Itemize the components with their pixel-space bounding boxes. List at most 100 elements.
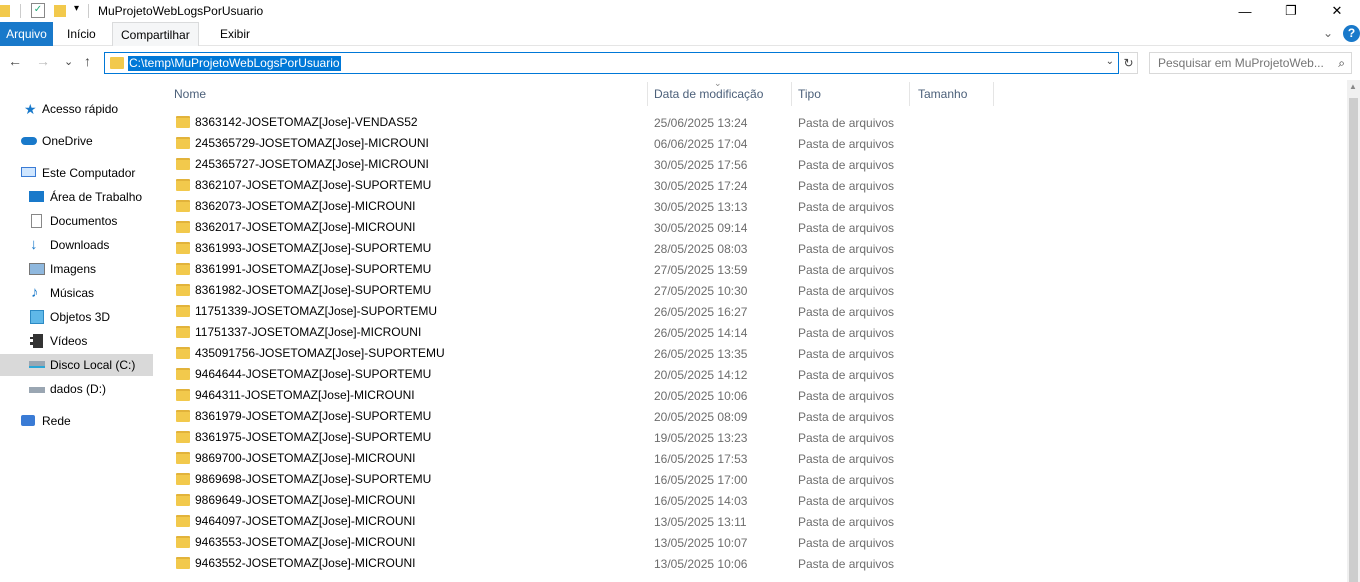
sidebar-item-label: Rede — [42, 414, 71, 428]
table-row[interactable]: 11751339-JOSETOMAZ[Jose]-SUPORTEMU 26/05/… — [165, 301, 1345, 322]
back-icon[interactable]: ← — [8, 53, 22, 69]
table-row[interactable]: 9464311-JOSETOMAZ[Jose]-MICROUNI 20/05/20… — [165, 385, 1345, 406]
column-header-tamanho[interactable]: Tamanho — [909, 80, 993, 108]
file-name: 8361982-JOSETOMAZ[Jose]-SUPORTEMU — [195, 283, 432, 297]
address-dropdown-icon[interactable]: ⌄ — [1106, 56, 1114, 67]
desktop-icon — [29, 191, 44, 202]
column-header-data[interactable]: Data de modificação — [645, 80, 791, 108]
refresh-button[interactable]: ↻ — [1120, 52, 1138, 74]
quick-access-dropdown-icon[interactable]: ▾ — [74, 3, 79, 14]
file-date: 26/05/2025 13:35 — [654, 347, 748, 361]
table-row[interactable]: 9463553-JOSETOMAZ[Jose]-MICROUNI 13/05/20… — [165, 532, 1345, 553]
tab-arquivo[interactable]: Arquivo — [0, 22, 53, 46]
folder-icon — [176, 410, 190, 422]
column-header-nome[interactable]: Nome — [165, 80, 647, 108]
close-button[interactable]: ✕ — [1314, 0, 1360, 22]
sidebar-item-dados-d[interactable]: dados (D:) — [0, 378, 153, 400]
sidebar-item-este-computador[interactable]: Este Computador — [0, 162, 153, 184]
file-type: Pasta de arquivos — [798, 494, 895, 508]
scrollbar-thumb[interactable] — [1349, 98, 1358, 582]
maximize-button[interactable]: ❐ — [1268, 0, 1314, 22]
file-name: 11751337-JOSETOMAZ[Jose]-MICROUNI — [195, 325, 422, 339]
tab-compartilhar[interactable]: Compartilhar — [112, 22, 199, 46]
sidebar-item-area-de-trabalho[interactable]: Área de Trabalho — [0, 186, 153, 208]
file-date: 26/05/2025 16:27 — [654, 305, 748, 319]
column-header-tipo[interactable]: Tipo — [789, 80, 909, 108]
file-date: 20/05/2025 08:09 — [654, 410, 748, 424]
sidebar-item-musicas[interactable]: ♪ Músicas — [0, 282, 153, 304]
table-row[interactable]: 8361993-JOSETOMAZ[Jose]-SUPORTEMU 28/05/2… — [165, 238, 1345, 259]
sidebar-item-objetos-3d[interactable]: Objetos 3D — [0, 306, 153, 328]
file-list: 8363142-JOSETOMAZ[Jose]-VENDAS52 25/06/20… — [165, 112, 1345, 582]
file-date: 16/05/2025 17:53 — [654, 452, 748, 466]
table-row[interactable]: 9869698-JOSETOMAZ[Jose]-SUPORTEMU 16/05/2… — [165, 469, 1345, 490]
download-icon: ↓ — [30, 236, 38, 253]
sidebar-item-onedrive[interactable]: OneDrive — [0, 130, 153, 152]
table-row[interactable]: 8362107-JOSETOMAZ[Jose]-SUPORTEMU 30/05/2… — [165, 175, 1345, 196]
table-row[interactable]: 8361979-JOSETOMAZ[Jose]-SUPORTEMU 20/05/2… — [165, 406, 1345, 427]
table-row[interactable]: 8362073-JOSETOMAZ[Jose]-MICROUNI 30/05/20… — [165, 196, 1345, 217]
search-box[interactable]: ⌕ — [1149, 52, 1352, 74]
file-date: 28/05/2025 08:03 — [654, 242, 748, 256]
file-type: Pasta de arquivos — [798, 221, 895, 235]
properties-icon[interactable]: ✓ — [31, 3, 45, 18]
up-icon[interactable]: ↑ — [84, 53, 91, 69]
sidebar-item-downloads[interactable]: ↓ Downloads — [0, 234, 153, 256]
help-icon[interactable]: ? — [1343, 25, 1360, 42]
table-row[interactable]: 8361975-JOSETOMAZ[Jose]-SUPORTEMU 19/05/2… — [165, 427, 1345, 448]
file-type: Pasta de arquivos — [798, 410, 895, 424]
sidebar-item-acesso-rapido[interactable]: ★ Acesso rápido — [0, 98, 153, 120]
sidebar-item-label: Este Computador — [42, 166, 136, 180]
sidebar-item-videos[interactable]: Vídeos — [0, 330, 153, 352]
file-type: Pasta de arquivos — [798, 263, 895, 277]
scroll-up-icon[interactable]: ▲ — [1349, 82, 1357, 91]
column-divider[interactable] — [993, 82, 994, 106]
table-row[interactable]: 8363142-JOSETOMAZ[Jose]-VENDAS52 25/06/20… — [165, 112, 1345, 133]
sidebar-item-disco-local-c[interactable]: Disco Local (C:) — [0, 354, 153, 376]
file-name: 245365729-JOSETOMAZ[Jose]-MICROUNI — [195, 136, 429, 150]
folder-icon — [176, 389, 190, 401]
file-date: 16/05/2025 17:00 — [654, 473, 748, 487]
file-name: 9869698-JOSETOMAZ[Jose]-SUPORTEMU — [195, 472, 432, 486]
file-type: Pasta de arquivos — [798, 179, 895, 193]
tab-inicio[interactable]: Início — [59, 22, 104, 46]
table-row[interactable]: 11751337-JOSETOMAZ[Jose]-MICROUNI 26/05/2… — [165, 322, 1345, 343]
file-date: 20/05/2025 10:06 — [654, 389, 748, 403]
address-path[interactable]: C:\temp\MuProjetoWebLogsPorUsuario — [128, 56, 341, 71]
ribbon-expand-icon[interactable]: ⌄ — [1323, 26, 1333, 40]
recent-locations-icon[interactable]: ⌄ — [64, 55, 73, 68]
sidebar-item-imagens[interactable]: Imagens — [0, 258, 153, 280]
file-name: 8361991-JOSETOMAZ[Jose]-SUPORTEMU — [195, 262, 432, 276]
sidebar-item-rede[interactable]: Rede — [0, 410, 153, 432]
table-row[interactable]: 8362017-JOSETOMAZ[Jose]-MICROUNI 30/05/20… — [165, 217, 1345, 238]
sidebar-item-documentos[interactable]: Documentos — [0, 210, 153, 232]
search-icon[interactable]: ⌕ — [1338, 56, 1345, 71]
table-row[interactable]: 8361982-JOSETOMAZ[Jose]-SUPORTEMU 27/05/2… — [165, 280, 1345, 301]
table-row[interactable]: 245365727-JOSETOMAZ[Jose]-MICROUNI 30/05/… — [165, 154, 1345, 175]
folder-icon — [176, 473, 190, 485]
folder-icon — [176, 200, 190, 212]
folder-icon — [176, 368, 190, 380]
minimize-button[interactable]: — — [1222, 0, 1268, 22]
folder-icon — [176, 536, 190, 548]
new-folder-icon[interactable] — [54, 5, 66, 17]
table-row[interactable]: 9464644-JOSETOMAZ[Jose]-SUPORTEMU 20/05/2… — [165, 364, 1345, 385]
folder-icon — [176, 284, 190, 296]
address-bar[interactable]: C:\temp\MuProjetoWebLogsPorUsuario ⌄ — [104, 52, 1119, 74]
file-name: 9464097-JOSETOMAZ[Jose]-MICROUNI — [195, 514, 416, 528]
tab-exibir[interactable]: Exibir — [212, 22, 258, 46]
file-name: 9869700-JOSETOMAZ[Jose]-MICROUNI — [195, 451, 416, 465]
forward-icon[interactable]: → — [36, 53, 50, 69]
file-date: 13/05/2025 10:06 — [654, 557, 748, 571]
file-date: 30/05/2025 09:14 — [654, 221, 748, 235]
vertical-scrollbar[interactable]: ▲ — [1347, 80, 1360, 582]
table-row[interactable]: 9869649-JOSETOMAZ[Jose]-MICROUNI 16/05/20… — [165, 490, 1345, 511]
table-row[interactable]: 435091756-JOSETOMAZ[Jose]-SUPORTEMU 26/05… — [165, 343, 1345, 364]
network-icon — [21, 415, 35, 426]
table-row[interactable]: 245365729-JOSETOMAZ[Jose]-MICROUNI 06/06/… — [165, 133, 1345, 154]
search-input[interactable] — [1150, 53, 1330, 73]
table-row[interactable]: 9464097-JOSETOMAZ[Jose]-MICROUNI 13/05/20… — [165, 511, 1345, 532]
table-row[interactable]: 8361991-JOSETOMAZ[Jose]-SUPORTEMU 27/05/2… — [165, 259, 1345, 280]
table-row[interactable]: 9463552-JOSETOMAZ[Jose]-MICROUNI 13/05/20… — [165, 553, 1345, 574]
table-row[interactable]: 9869700-JOSETOMAZ[Jose]-MICROUNI 16/05/20… — [165, 448, 1345, 469]
